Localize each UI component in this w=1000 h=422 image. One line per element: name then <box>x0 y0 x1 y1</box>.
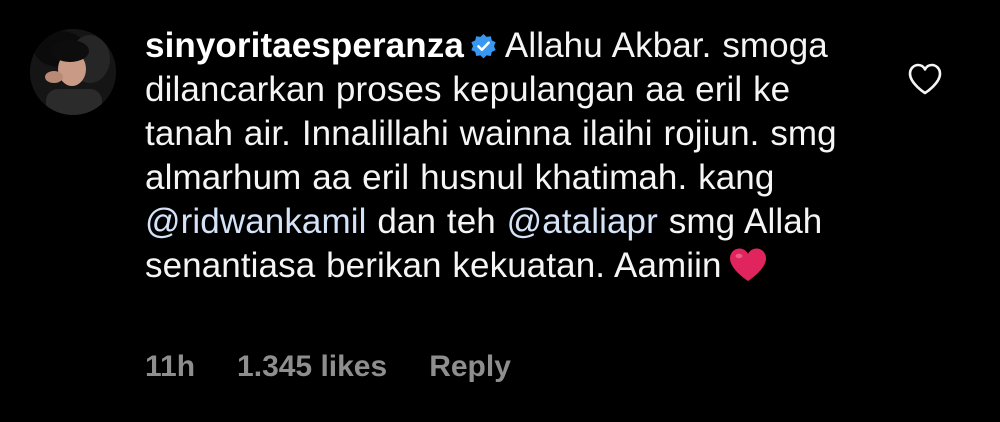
comment-text: sinyoritaesperanza Allahu Akbar. smoga di… <box>145 24 880 288</box>
reply-button[interactable]: Reply <box>429 350 511 383</box>
likes-count[interactable]: 1.345 likes <box>237 350 387 383</box>
mention-link-ataliapr[interactable]: @ataliapr <box>507 202 658 241</box>
avatar[interactable] <box>30 29 116 115</box>
heart-outline-icon <box>908 63 942 95</box>
timestamp: 11h <box>145 350 196 383</box>
mention-link-ridwankamil[interactable]: @ridwankamil <box>145 202 367 241</box>
comment-body: sinyoritaesperanza Allahu Akbar. smoga di… <box>145 24 880 288</box>
red-heart-icon <box>728 247 768 283</box>
comment-meta: 11h 1.345 likes Reply <box>145 350 553 384</box>
like-button[interactable] <box>907 62 943 96</box>
comment-item: sinyoritaesperanza Allahu Akbar. smoga di… <box>0 0 1000 422</box>
username-link[interactable]: sinyoritaesperanza <box>145 26 464 65</box>
verified-badge-icon <box>470 27 497 59</box>
comment-text-part-2: dan teh <box>377 202 496 241</box>
